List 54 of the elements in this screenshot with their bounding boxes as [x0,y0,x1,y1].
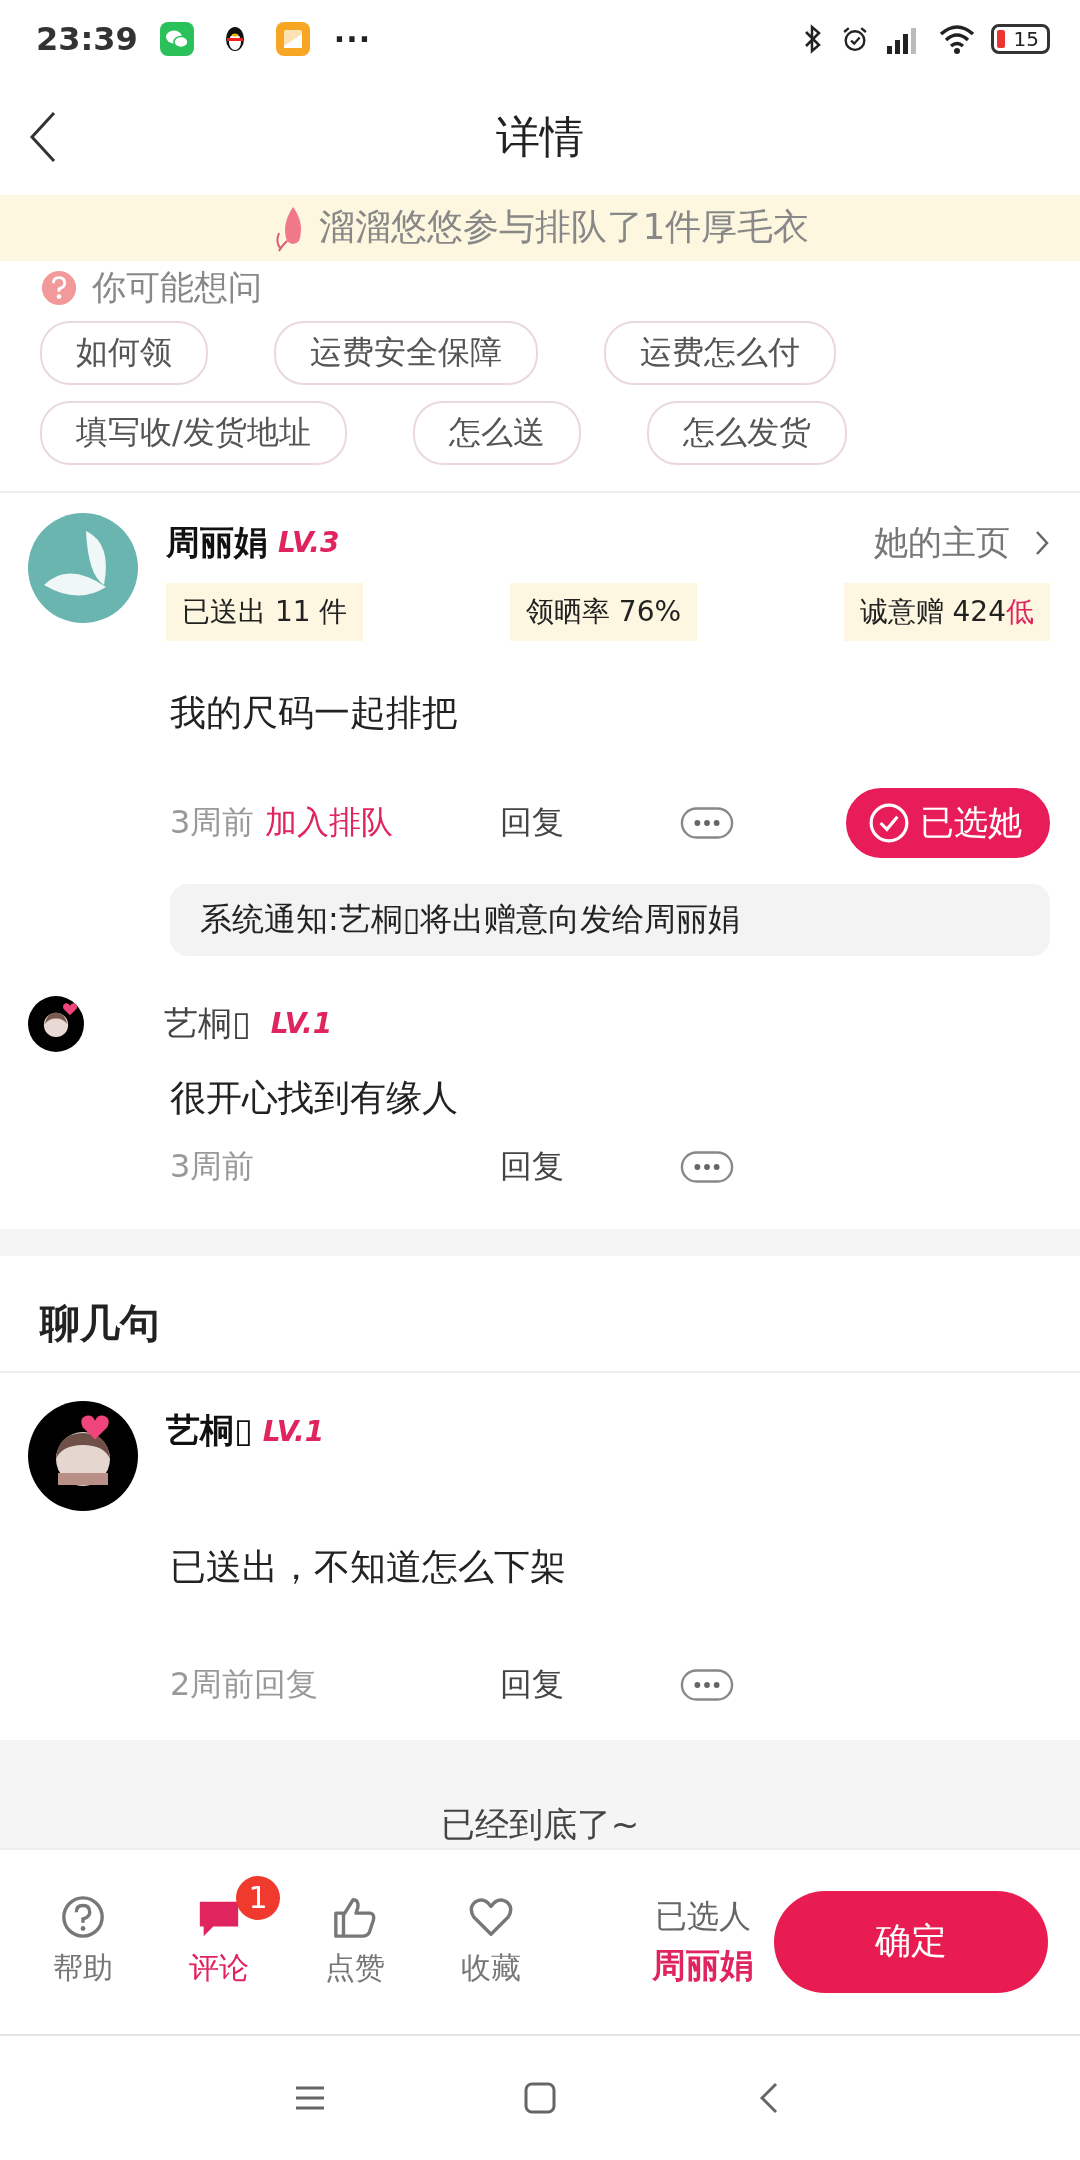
question-icon [40,268,78,307]
reply-time: 3周前 [170,1145,256,1187]
level-label: LV.1 [270,1007,333,1040]
profile-link[interactable]: 她的主页 [874,519,1010,566]
more-icon[interactable] [680,805,734,840]
system-notice: 系统通知:艺桐▯将出赠意向发给周丽娟 [170,883,1050,956]
comment-text: 已送出，不知道怎么下架 [170,1545,567,1590]
reply-link[interactable]: 回复 [500,800,680,845]
question-chip[interactable]: 怎么送 [412,400,581,465]
author-name[interactable]: 艺桐▯ [166,1408,253,1455]
tab-button[interactable]: 点赞 [308,1894,402,1990]
join-queue-link[interactable]: 加入排队 [264,802,393,841]
more-notifications: ··· [333,21,372,57]
chosen-button[interactable]: 已选她 [846,787,1050,858]
reply-link[interactable]: 回复 [500,1144,680,1189]
reply-link[interactable]: 回复 [500,1663,680,1708]
author-name[interactable]: 艺桐▯ [164,1000,251,1047]
stat-tag: 诚意赠 424低 [843,582,1050,641]
battery-indicator: 15 [990,24,1050,55]
check-icon [868,801,910,844]
question-chip[interactable]: 运费安全保障 [274,320,538,385]
chosen-name: 周丽娟 [652,1943,754,1987]
comment-text: 我的尺码一起排把 [170,690,459,735]
post-time: 3周前 [170,802,255,841]
question-chip[interactable]: 如何领 [40,320,208,385]
stat-tag: 领晒率 76% [509,582,698,641]
status-time: 23:39 [36,20,138,59]
heart-icon [62,1001,78,1016]
tab-button[interactable]: 收藏 [444,1894,538,1990]
author-name[interactable]: 周丽娟 [166,519,268,566]
level-label: LV.1 [262,1414,325,1448]
count-badge: 1 [236,1876,280,1921]
question-chip[interactable]: 运费怎么付 [604,320,836,385]
question-chip[interactable]: 怎么发货 [646,400,847,465]
tab-button[interactable]: 帮助 [36,1894,130,1990]
comment-time: 2周前回复 [170,1664,320,1706]
help-icon [60,1894,106,1941]
end-of-list-text: 已经到底了~ [440,1803,640,1847]
question-chip[interactable]: 填写收/发货地址 [40,400,347,465]
chosen-label: 已选人 [655,1895,751,1937]
more-icon[interactable] [680,1149,734,1184]
heart-icon [80,1413,110,1442]
toast-text: 溜溜悠悠参与排队了1件厚毛衣 [318,205,810,250]
more-icon[interactable] [680,1668,734,1703]
faq-title: 你可能想问 [92,265,262,309]
confirm-button[interactable]: 确定 [774,1890,1048,1993]
chat-app-icon [159,22,194,57]
section-title: 聊几句 [0,1256,1080,1374]
stat-tag: 已送出 11 件 [166,582,364,641]
gallery-icon [275,22,310,57]
reply-text: 很开心找到有缘人 [170,1075,459,1120]
page-title: 详情 [496,109,584,164]
level-label: LV.3 [278,526,340,559]
leaf-avatar-icon [28,512,138,623]
